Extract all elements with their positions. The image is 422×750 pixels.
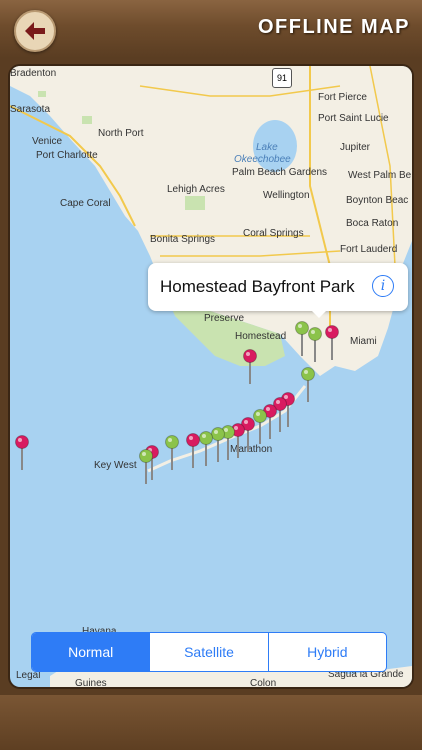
map-view[interactable]: Bradenton Sarasota North Port Venice Por… (10, 66, 412, 687)
red-map-pin-icon[interactable] (243, 349, 257, 385)
segment-hybrid[interactable]: Hybrid (267, 633, 386, 671)
green-map-pin-icon[interactable] (211, 427, 225, 463)
green-map-pin-icon[interactable] (199, 431, 213, 467)
location-callout[interactable]: Homestead Bayfront Park i (148, 263, 408, 311)
red-map-pin-icon[interactable] (263, 404, 277, 440)
green-map-pin-icon[interactable] (295, 321, 309, 357)
page-title: OFFLINE MAP (257, 16, 410, 38)
green-map-pin-icon[interactable] (253, 409, 267, 445)
callout-pointer (311, 310, 327, 318)
bottom-bar (0, 695, 422, 750)
red-map-pin-icon[interactable] (15, 435, 29, 471)
pins-layer (15, 321, 339, 485)
back-button[interactable] (14, 10, 56, 52)
segment-satellite[interactable]: Satellite (149, 633, 267, 671)
green-map-pin-icon[interactable] (165, 435, 179, 471)
red-map-pin-icon[interactable] (325, 325, 339, 361)
green-map-pin-icon[interactable] (301, 367, 315, 403)
map-type-segmented-control[interactable]: Normal Satellite Hybrid (31, 632, 387, 672)
segment-normal[interactable]: Normal (32, 633, 150, 671)
green-map-pin-icon[interactable] (308, 327, 322, 363)
red-map-pin-icon[interactable] (186, 433, 200, 469)
back-arrow-icon (25, 22, 45, 40)
red-map-pin-icon[interactable] (241, 417, 255, 453)
callout-title: Homestead Bayfront Park (160, 277, 355, 296)
info-icon[interactable]: i (372, 275, 394, 297)
green-map-pin-icon[interactable] (139, 449, 153, 485)
